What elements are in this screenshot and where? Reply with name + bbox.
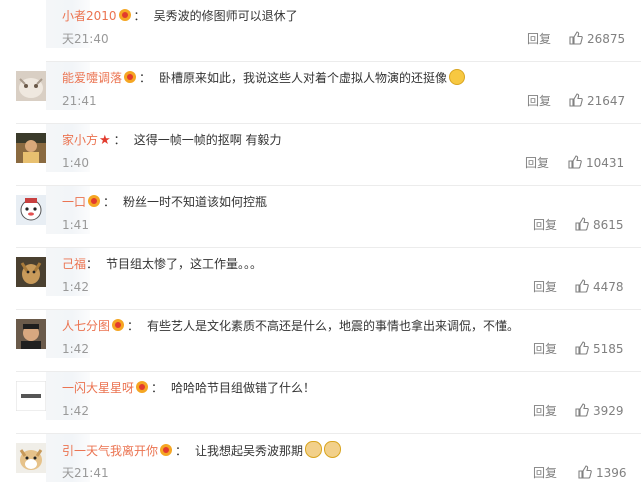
crown-badge-icon <box>160 444 173 456</box>
avatar[interactable] <box>16 133 46 163</box>
thumbs-up-icon <box>569 93 583 107</box>
comment-time: 1:42 <box>62 404 89 418</box>
thumbs-up-icon <box>568 155 582 169</box>
like-button[interactable]: 5185 <box>575 341 624 357</box>
star-badge-icon: ★ <box>99 133 111 148</box>
colon: ： <box>139 71 152 85</box>
like-count: 3929 <box>593 404 624 418</box>
crown-badge-icon <box>124 71 137 83</box>
username-link[interactable]: 己福 <box>62 257 86 271</box>
comment-time: 1:42 <box>62 342 89 356</box>
comment-text: 有些艺人是文化素质不高还是什么，地震的事情也拿出来调侃，不懂。 <box>147 319 520 333</box>
like-count: 8615 <box>593 218 624 232</box>
comment-text: 吴秀波的修图师可以退休了 <box>153 9 298 23</box>
comment-time: 1:41 <box>62 218 89 232</box>
avatar[interactable] <box>16 319 46 349</box>
doge-emoji-icon <box>324 441 342 458</box>
like-button[interactable]: 26875 <box>569 31 625 47</box>
thumbs-up-icon <box>575 341 589 355</box>
reply-button[interactable]: 回复 <box>527 31 551 47</box>
crown-badge-icon <box>88 195 101 207</box>
thumbs-up-icon <box>575 279 589 293</box>
username-link[interactable]: 家小方 <box>62 133 98 147</box>
avatar[interactable] <box>16 257 46 287</box>
like-count: 5185 <box>593 342 624 356</box>
thumbs-up-icon <box>569 31 583 45</box>
comment-item: 能爱嚏调落：卧槽原来如此，我说这些人对着个虚拟人物演的还挺像 21:41 回复 … <box>0 62 641 124</box>
colon: ： <box>103 195 116 209</box>
comment-line: 能爱嚏调落 ： 卧槽原来如此，我说这些人对着个虚拟人物演的还挺像 <box>62 69 466 87</box>
comment-item: 家小方★： 这得一帧一帧的抠啊 有毅力 1:40 回复 10431 <box>0 124 641 186</box>
colon: ： <box>175 444 188 458</box>
comment-line: 小者2010 ： 吴秀波的修图师可以退休了 <box>62 7 298 25</box>
comment-line: 一口 ： 粉丝一时不知道该如何控瓶 <box>62 193 267 211</box>
comment-line: 一闪大星星呀 ： 哈哈哈节目组做错了什么！ <box>62 379 315 397</box>
username-link[interactable]: 能爱嚏调落 <box>62 71 122 85</box>
avatar[interactable] <box>16 195 46 225</box>
comment-text: 让我想起吴秀波那期 <box>195 444 304 458</box>
reply-button[interactable]: 回复 <box>533 403 557 419</box>
colon: ： <box>151 381 164 395</box>
comment-text: 哈哈哈节目组做错了什么！ <box>171 381 316 395</box>
comment-time: 天21:41 <box>62 466 109 480</box>
like-button[interactable]: 10431 <box>568 155 624 171</box>
like-count: 1396 <box>596 466 627 480</box>
like-count: 21647 <box>587 94 626 108</box>
comment-line: 引一天气我离开你 ： 让我想起吴秀波那期 <box>62 441 342 459</box>
comment-text: 这得一帧一帧的抠啊 有毅力 <box>133 133 282 147</box>
comment-time: 21:41 <box>62 94 97 108</box>
colon: ： <box>86 257 99 271</box>
username-link[interactable]: 一闪大星星呀 <box>62 381 134 395</box>
comment-time: 1:40 <box>62 156 89 170</box>
like-count: 4478 <box>593 280 624 294</box>
comment-item: 人七分图 ： 有些艺人是文化素质不高还是什么，地震的事情也拿出来调侃，不懂。 1:4… <box>0 310 641 372</box>
colon: ： <box>133 9 146 23</box>
comment-item: 一闪大星星呀 ： 哈哈哈节目组做错了什么！ 1:42 回复 3929 <box>0 372 641 434</box>
colon: ： <box>113 133 126 147</box>
colon: ： <box>127 319 140 333</box>
reply-button[interactable]: 回复 <box>533 465 557 481</box>
comment-time: 1:42 <box>62 280 89 294</box>
username-link[interactable]: 人七分图 <box>62 319 110 333</box>
comment-text: 粉丝一时不知道该如何控瓶 <box>123 195 268 209</box>
comment-line: 家小方★： 这得一帧一帧的抠啊 有毅力 <box>62 131 282 149</box>
like-button[interactable]: 1396 <box>578 465 627 481</box>
avatar[interactable] <box>16 443 46 473</box>
thumbs-up-icon <box>575 403 589 417</box>
comment-item: 引一天气我离开你 ： 让我想起吴秀波那期 天21:41 回复 1396 <box>0 434 641 496</box>
avatar[interactable] <box>16 71 46 101</box>
thumbs-up-icon <box>578 465 592 479</box>
comment-text: 节目组太惨了，这工作量。。。 <box>106 257 263 271</box>
comment-item: 一口 ： 粉丝一时不知道该如何控瓶 1:41 回复 8615 <box>0 186 641 248</box>
comment-line: 己福： 节目组太惨了，这工作量。。。 <box>62 255 262 273</box>
doge-emoji-icon <box>305 441 323 458</box>
like-button[interactable]: 3929 <box>575 403 624 419</box>
username-link[interactable]: 一口 <box>62 195 86 209</box>
reply-button[interactable]: 回复 <box>533 217 557 233</box>
comment-text: 卧槽原来如此，我说这些人对着个虚拟人物演的还挺像 <box>159 71 448 85</box>
comment-item: 小者2010 ： 吴秀波的修图师可以退休了 天21:40 回复 26875 <box>0 0 641 62</box>
reply-button[interactable]: 回复 <box>527 93 551 109</box>
reply-button[interactable]: 回复 <box>525 155 549 171</box>
username-link[interactable]: 引一天气我离开你 <box>62 444 158 458</box>
like-count: 10431 <box>586 156 625 170</box>
like-count: 26875 <box>587 32 626 46</box>
crown-badge-icon <box>136 381 149 393</box>
laugh-emoji-icon <box>449 69 466 85</box>
crown-badge-icon <box>118 9 131 21</box>
avatar[interactable] <box>16 381 46 411</box>
reply-button[interactable]: 回复 <box>533 279 557 295</box>
crown-badge-icon <box>112 319 125 331</box>
comment-line: 人七分图 ： 有些艺人是文化素质不高还是什么，地震的事情也拿出来调侃，不懂。 <box>62 317 519 335</box>
thumbs-up-icon <box>575 217 589 231</box>
like-button[interactable]: 21647 <box>569 93 625 109</box>
like-button[interactable]: 8615 <box>575 217 624 233</box>
like-button[interactable]: 4478 <box>575 279 624 295</box>
comment-item: 己福： 节目组太惨了，这工作量。。。 1:42 回复 4478 <box>0 248 641 310</box>
reply-button[interactable]: 回复 <box>533 341 557 357</box>
username-link[interactable]: 小者2010 <box>62 9 117 23</box>
comment-time: 天21:40 <box>62 32 109 46</box>
